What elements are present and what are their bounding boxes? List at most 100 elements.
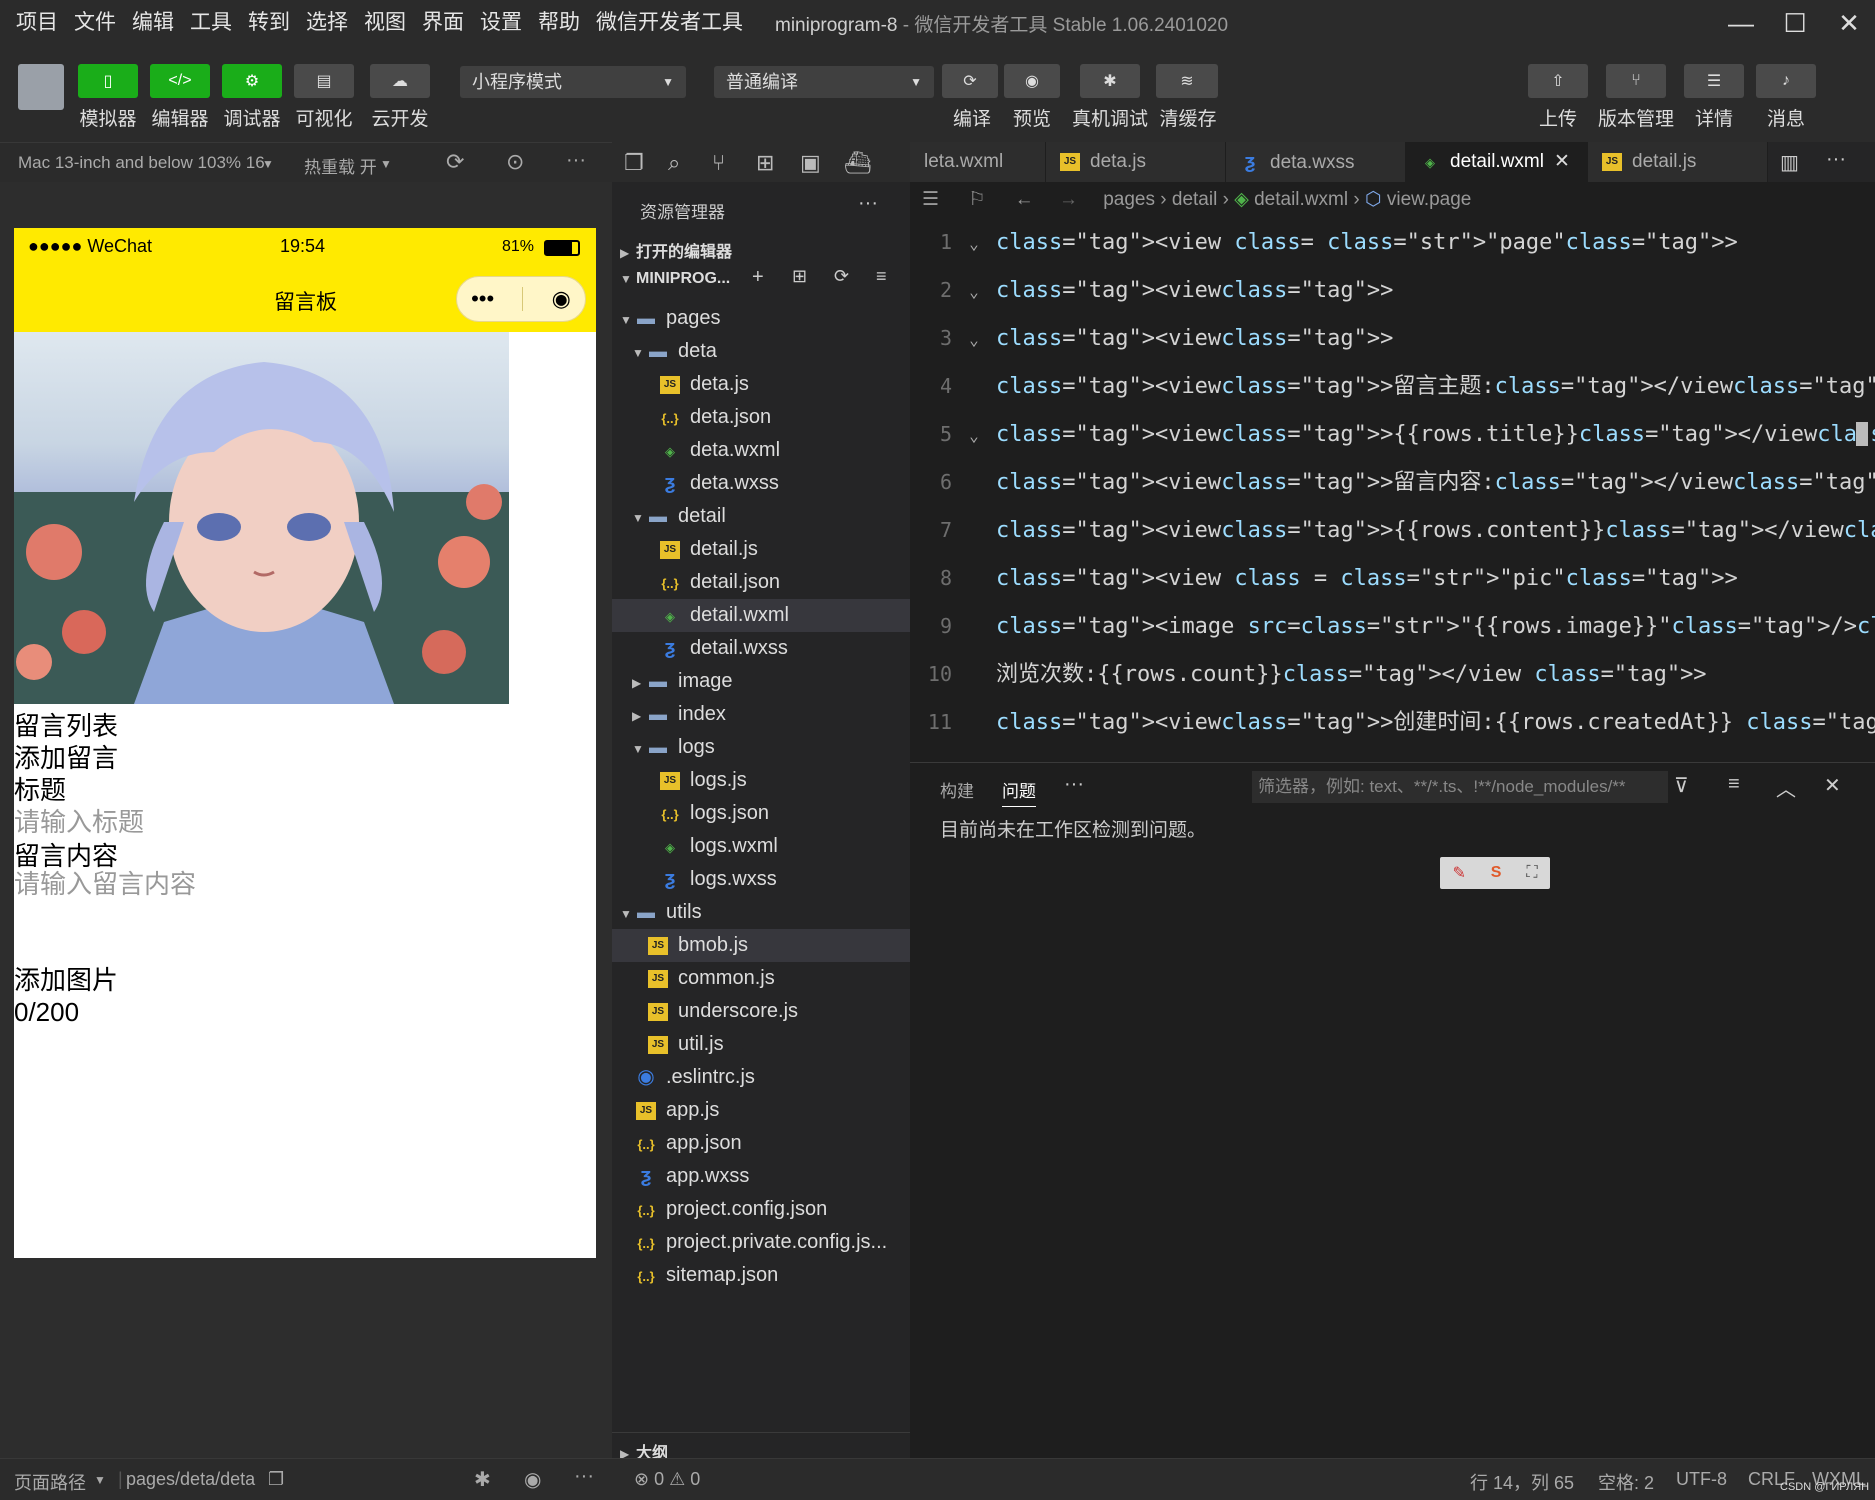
simulator-icon[interactable]: ▯ — [78, 64, 138, 98]
panel-icon[interactable]: ▣ — [800, 150, 821, 176]
eye-icon[interactable]: ◉ — [1004, 64, 1060, 98]
source-control-icon[interactable]: ⑂ — [712, 150, 725, 176]
code-line[interactable]: 1 ⌄ class="tag"><view class= class="str">"… — [910, 218, 1875, 266]
close-target-icon[interactable]: ◉ — [552, 286, 571, 312]
code-line[interactable]: 9 class="tag"><image src=class="str">"{{r… — [910, 602, 1875, 650]
menu-help[interactable]: 帮助 — [530, 0, 588, 46]
tree-file[interactable]: ƺ app.wxss — [612, 1160, 910, 1193]
forward-icon[interactable]: → — [1059, 189, 1078, 210]
indent-setting[interactable]: 空格: 2 — [1598, 1469, 1654, 1495]
avatar[interactable] — [18, 64, 64, 110]
tree-file[interactable]: {..} app.json — [612, 1127, 910, 1160]
menu-edit[interactable]: 编辑 — [124, 0, 182, 46]
sogou-icon[interactable]: S — [1491, 864, 1502, 882]
title-input[interactable]: 请输入标题 — [14, 806, 144, 838]
refresh-icon[interactable]: ⟳ — [834, 266, 849, 287]
crumb-file[interactable]: detail.wxml — [1254, 189, 1348, 210]
editor-icon[interactable]: </> — [150, 64, 210, 98]
tree-file[interactable]: JS deta.js — [612, 368, 910, 401]
fold-chevron-icon[interactable]: ⌄ — [952, 220, 996, 268]
expand-icon[interactable]: ⛶ — [1526, 864, 1537, 882]
mode-select[interactable]: 小程序模式 ▼ — [460, 66, 686, 98]
crumb-pages[interactable]: pages — [1103, 189, 1155, 210]
errors-indicator[interactable]: ⊗ 0 ⚠ 0 — [634, 1469, 700, 1490]
capsule-menu[interactable]: ••• ◉ — [456, 276, 586, 322]
collapse-all-icon[interactable]: ≡ — [1728, 773, 1740, 796]
tab-problems[interactable]: 问题 — [1002, 777, 1036, 807]
close-window-button[interactable]: ✕ — [1822, 0, 1875, 46]
scrollbar-thumb[interactable] — [1856, 422, 1868, 446]
branch-icon[interactable]: ⑂ — [1606, 64, 1666, 98]
list-icon[interactable]: ☰ — [922, 189, 939, 210]
page-path-label[interactable]: 页面路径 — [14, 1469, 86, 1495]
visual-icon[interactable]: ▤ — [294, 64, 354, 98]
split-editor-icon[interactable]: ▥ — [1780, 150, 1799, 175]
ime-toolbar[interactable]: ✎ S ⛶ — [1440, 857, 1550, 889]
tree-file[interactable]: ƺ deta.wxss — [612, 467, 910, 500]
new-file-icon[interactable]: + — [752, 266, 764, 289]
new-folder-icon[interactable]: ⊞ — [792, 266, 807, 287]
menu-wechat-devtools[interactable]: 微信开发者工具 — [588, 0, 751, 46]
code-line[interactable]: 7 class="tag"><viewclass="tag">>{{rows.co… — [910, 506, 1875, 554]
tab-deta-js[interactable]: JS deta.js — [1046, 142, 1226, 182]
files-icon[interactable]: ❐ — [624, 150, 644, 176]
outline-header[interactable]: ▶ 大纲 — [612, 1432, 910, 1462]
menu-tools[interactable]: 工具 — [182, 0, 240, 46]
bug-icon[interactable]: ✱ — [1080, 64, 1140, 98]
menu-interface[interactable]: 界面 — [414, 0, 472, 46]
tree-file[interactable]: ◈ deta.wxml — [612, 434, 910, 467]
bookmark-icon[interactable]: ⚐ — [968, 189, 985, 210]
tree-file[interactable]: JS app.js — [612, 1094, 910, 1127]
open-editors-header[interactable]: ▶ 打开的编辑器 — [620, 238, 732, 262]
cursor-position[interactable]: 行 14，列 65 — [1470, 1469, 1574, 1495]
filter-input[interactable]: 筛选器，例如: text、**/*.ts、!**/node_modules/** — [1252, 771, 1668, 803]
menu-file[interactable]: 文件 — [66, 0, 124, 46]
extensions-icon[interactable]: ⊞ — [756, 150, 774, 176]
stop-icon[interactable]: ⊙ — [506, 149, 524, 175]
bug-icon[interactable]: ✱ — [474, 1467, 491, 1492]
tree-file[interactable]: {..} sitemap.json — [612, 1259, 910, 1292]
project-header[interactable]: ▼ MINIPROG... — [620, 270, 730, 288]
menu-view[interactable]: 视图 — [356, 0, 414, 46]
device-select[interactable]: Mac 13-inch and below 103% 16 — [18, 153, 265, 173]
fold-chevron-icon[interactable]: ⌄ — [952, 268, 996, 316]
chevron-up-icon[interactable]: ︿ — [1776, 773, 1796, 802]
code-line[interactable]: 6 class="tag"><viewclass="tag">>留言内容:clas… — [910, 458, 1875, 506]
crumb-symbol[interactable]: view.page — [1387, 189, 1472, 210]
code-line[interactable]: 4 class="tag"><viewclass="tag">>留言主题:clas… — [910, 362, 1875, 410]
ime-icon[interactable]: ✎ — [1452, 863, 1465, 883]
crumb-detail[interactable]: detail — [1172, 189, 1217, 210]
tree-file[interactable]: {..} project.config.json — [612, 1193, 910, 1226]
more-icon[interactable]: ··· — [1064, 773, 1084, 796]
filter-icon[interactable]: ⊽ — [1674, 773, 1689, 798]
tree-file[interactable]: ◈ detail.wxml — [612, 599, 910, 632]
copy-icon[interactable]: ❐ — [268, 1469, 284, 1490]
tree-file[interactable]: JS underscore.js — [612, 995, 910, 1028]
tab-leta-wxml[interactable]: leta.wxml — [910, 142, 1046, 182]
code-line[interactable]: 10 浏览次数:{{rows.count}}class="tag"></view … — [910, 650, 1875, 698]
more-dots-icon[interactable]: ••• — [471, 286, 494, 312]
rotate-icon[interactable]: ⟳ — [446, 149, 464, 175]
back-icon[interactable]: ← — [1015, 189, 1034, 210]
tab-detail-wxml[interactable]: ◈ detail.wxml ✕ — [1406, 142, 1588, 182]
tree-file[interactable]: ƺ logs.wxss — [612, 863, 910, 896]
tree-folder[interactable]: ▼ ▬ logs — [612, 731, 910, 764]
more-icon[interactable]: ··· — [574, 1465, 594, 1488]
tab-build[interactable]: 构建 — [940, 777, 974, 802]
menu-lines-icon[interactable]: ☰ — [1684, 64, 1744, 98]
tree-file[interactable]: {..} logs.json — [612, 797, 910, 830]
tree-folder[interactable]: ▼ ▬ pages — [612, 302, 910, 335]
encoding[interactable]: UTF-8 — [1676, 1469, 1727, 1490]
minimize-button[interactable]: — — [1714, 0, 1768, 46]
code-line[interactable]: 11 class="tag"><viewclass="tag">>创建时间:{{r… — [910, 698, 1875, 746]
content-input[interactable]: 请输入留言内容 — [14, 868, 196, 900]
tree-folder[interactable]: ▼ ▬ deta — [612, 335, 910, 368]
tree-folder[interactable]: ▶ ▬ index — [612, 698, 910, 731]
refresh-icon[interactable]: ⟳ — [942, 64, 998, 98]
collapse-icon[interactable]: ≡ — [876, 266, 887, 287]
menu-settings[interactable]: 设置 — [472, 0, 530, 46]
menu-goto[interactable]: 转到 — [240, 0, 298, 46]
tree-file[interactable]: {..} project.private.config.js... — [612, 1226, 910, 1259]
docker-icon[interactable]: ⛴ — [844, 150, 872, 176]
tree-folder[interactable]: ▼ ▬ detail — [612, 500, 910, 533]
